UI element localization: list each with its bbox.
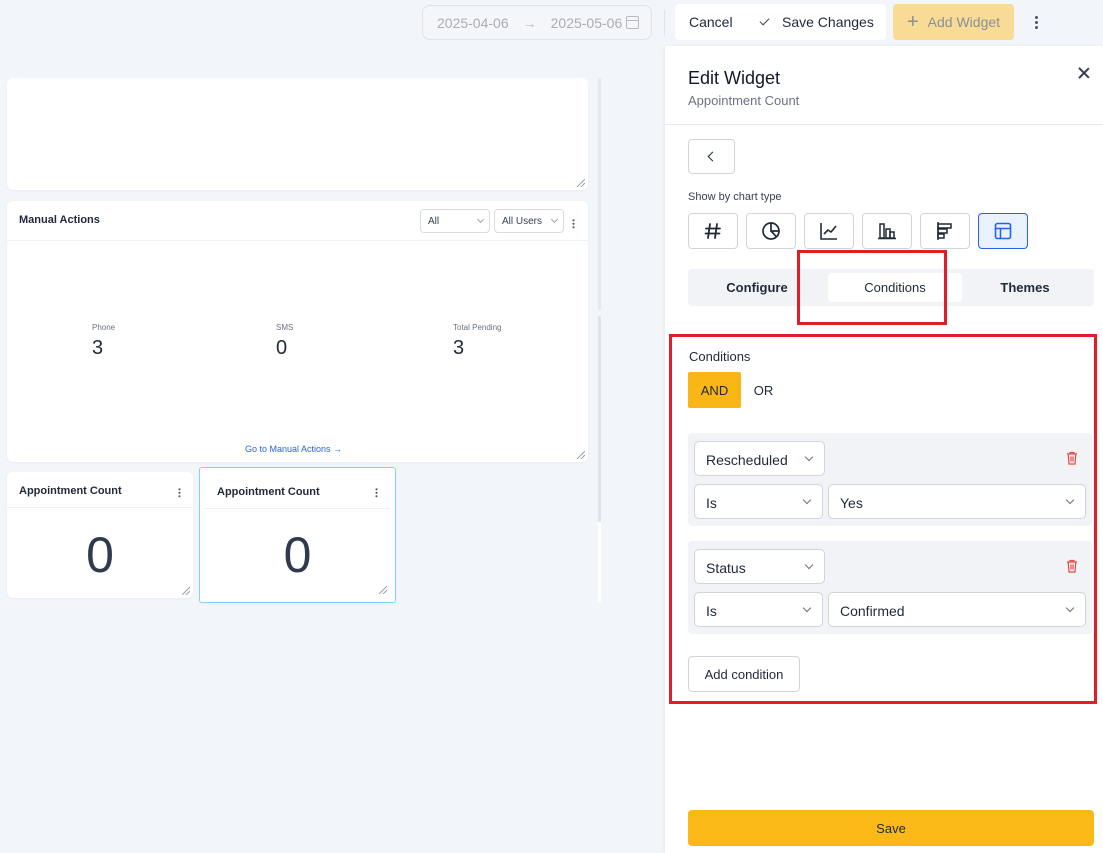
appointment-count-widget-selected[interactable]: Appointment Count 0 [199,467,396,603]
type-filter-value: All [428,216,440,227]
date-range-picker[interactable]: 2025-04-06 → 2025-05-06 [422,5,652,40]
manual-actions-widget: Manual Actions All All Users Phone 3 SMS… [7,201,588,462]
pie-chart-icon [762,222,780,240]
widget-value: 0 [283,527,312,583]
appointment-count-widget[interactable]: Appointment Count 0 [7,472,193,598]
date-end: 2025-05-06 [550,14,623,31]
toolbar-divider [664,10,665,36]
widget-title: Appointment Count [19,485,122,497]
number-icon [704,223,721,239]
bar-chart-icon [878,223,896,240]
go-to-manual-actions-link[interactable]: Go to Manual Actions → [245,444,342,454]
close-icon[interactable] [1077,66,1091,80]
highlight-box-conditions-tab [797,250,947,325]
stat-label: SMS [276,323,294,332]
card-divider [7,240,588,241]
save-changes-label: Save Changes [782,14,874,30]
cancel-button[interactable]: Cancel [689,4,733,40]
scrollbar-track[interactable] [598,78,601,310]
scrollbar-thumb[interactable] [598,316,601,522]
resize-handle-icon[interactable] [379,586,387,594]
tab-themes[interactable]: Themes [960,269,1090,306]
chevron-down-icon [550,215,559,224]
users-filter-value: All Users [502,216,543,227]
card-divider [7,507,193,508]
type-filter-select[interactable]: All [420,209,490,233]
show-by-chart-type-label: Show by chart type [688,191,782,203]
calendar-icon [626,16,639,29]
widget-title: Appointment Count [217,486,320,498]
stat-sms: SMS 0 [276,323,293,360]
panel-title: Edit Widget [688,68,781,88]
add-widget-label: Add Widget [927,14,1001,30]
users-filter-select[interactable]: All Users [494,209,564,233]
save-changes-button[interactable]: Save Changes [759,4,874,40]
chart-type-horizontal-bar-button[interactable] [920,213,970,249]
chevron-down-icon [476,215,485,224]
panel-header-divider [665,124,1103,125]
panel-subtitle: Appointment Count [688,93,800,108]
chart-type-table-button[interactable] [978,213,1028,249]
arrow-right-icon: → [522,14,537,31]
scrollbar-track [598,522,601,602]
resize-handle-icon[interactable] [577,451,585,459]
widget-card-empty [7,78,588,190]
stat-total-pending: Total Pending 3 [453,323,501,360]
table-icon [994,222,1012,240]
resize-handle-icon[interactable] [182,587,190,595]
widget-menu-icon[interactable] [178,488,181,499]
chart-type-bar-button[interactable] [862,213,912,249]
stat-value: 3 [92,337,104,359]
plus-icon: + [906,11,919,33]
widget-menu-icon[interactable] [572,219,575,230]
date-start: 2025-04-06 [437,14,509,31]
save-button[interactable]: Save [688,810,1094,846]
stat-phone: Phone 3 [92,323,115,360]
highlight-box-conditions-section [669,334,1097,704]
stat-label: Total Pending [453,323,502,332]
widget-value: 0 [86,527,114,583]
more-menu-icon[interactable] [1035,16,1038,31]
chart-type-pie-button[interactable] [746,213,796,249]
check-icon [759,15,770,26]
top-toolbar: 2025-04-06 → 2025-05-06 Cancel Save Chan… [0,0,1103,46]
stat-value: 0 [276,337,288,359]
back-button[interactable] [688,139,735,174]
widget-menu-icon[interactable] [375,488,378,499]
resize-handle-icon[interactable] [577,179,585,187]
line-chart-icon [820,223,837,240]
widget-title: Manual Actions [19,214,100,226]
horizontal-bar-chart-icon [937,222,952,240]
stat-label: Phone [92,323,116,332]
chart-type-number-button[interactable] [688,213,738,249]
chart-type-line-button[interactable] [804,213,854,249]
card-divider [205,508,390,509]
chart-type-selector [688,213,1036,249]
add-widget-button[interactable]: + Add Widget [893,4,1014,40]
stat-value: 3 [453,337,465,359]
